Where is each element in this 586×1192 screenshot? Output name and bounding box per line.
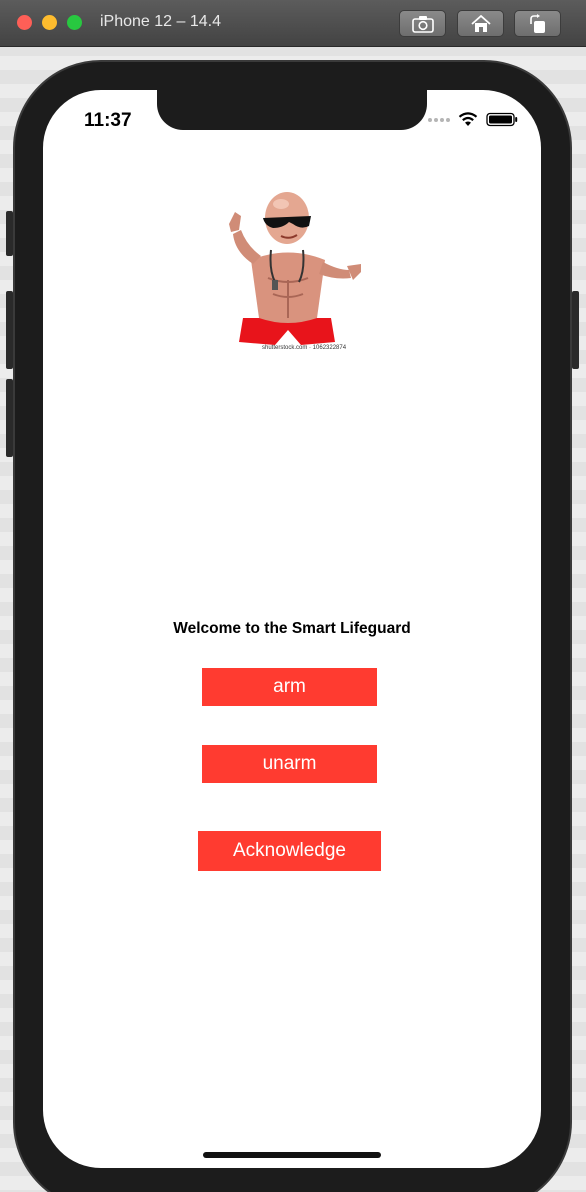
mute-switch <box>6 211 13 256</box>
home-button[interactable] <box>457 10 504 37</box>
wifi-icon <box>458 112 478 126</box>
phone-screen: 11:37 shutterstock.com · 1062322874 Welc… <box>43 90 541 1168</box>
simulator-titlebar: iPhone 12 – 14.4 <box>0 0 586 47</box>
close-window-button[interactable] <box>17 15 32 30</box>
window-title: iPhone 12 – 14.4 <box>100 13 221 30</box>
unarm-button[interactable]: unarm <box>202 745 377 783</box>
zoom-window-button[interactable] <box>67 15 82 30</box>
acknowledge-button[interactable]: Acknowledge <box>198 831 381 871</box>
battery-icon <box>486 112 518 127</box>
image-watermark: shutterstock.com · 1062322874 <box>262 345 347 351</box>
volume-up-button <box>6 291 13 369</box>
home-indicator[interactable] <box>203 1152 381 1158</box>
power-button <box>572 291 579 369</box>
screenshot-button[interactable] <box>399 10 446 37</box>
notch <box>157 90 427 130</box>
camera-icon <box>411 15 434 33</box>
lifeguard-hero-image <box>229 192 361 345</box>
minimize-window-button[interactable] <box>42 15 57 30</box>
home-icon <box>470 14 491 32</box>
volume-down-button <box>6 379 13 457</box>
rotate-button[interactable] <box>514 10 561 37</box>
status-time: 11:37 <box>84 110 132 131</box>
rotate-icon <box>529 13 545 33</box>
arm-button[interactable]: arm <box>202 668 377 706</box>
status-icons <box>428 112 518 127</box>
signal-dots-icon <box>428 117 450 122</box>
welcome-title: Welcome to the Smart Lifeguard <box>173 620 411 637</box>
